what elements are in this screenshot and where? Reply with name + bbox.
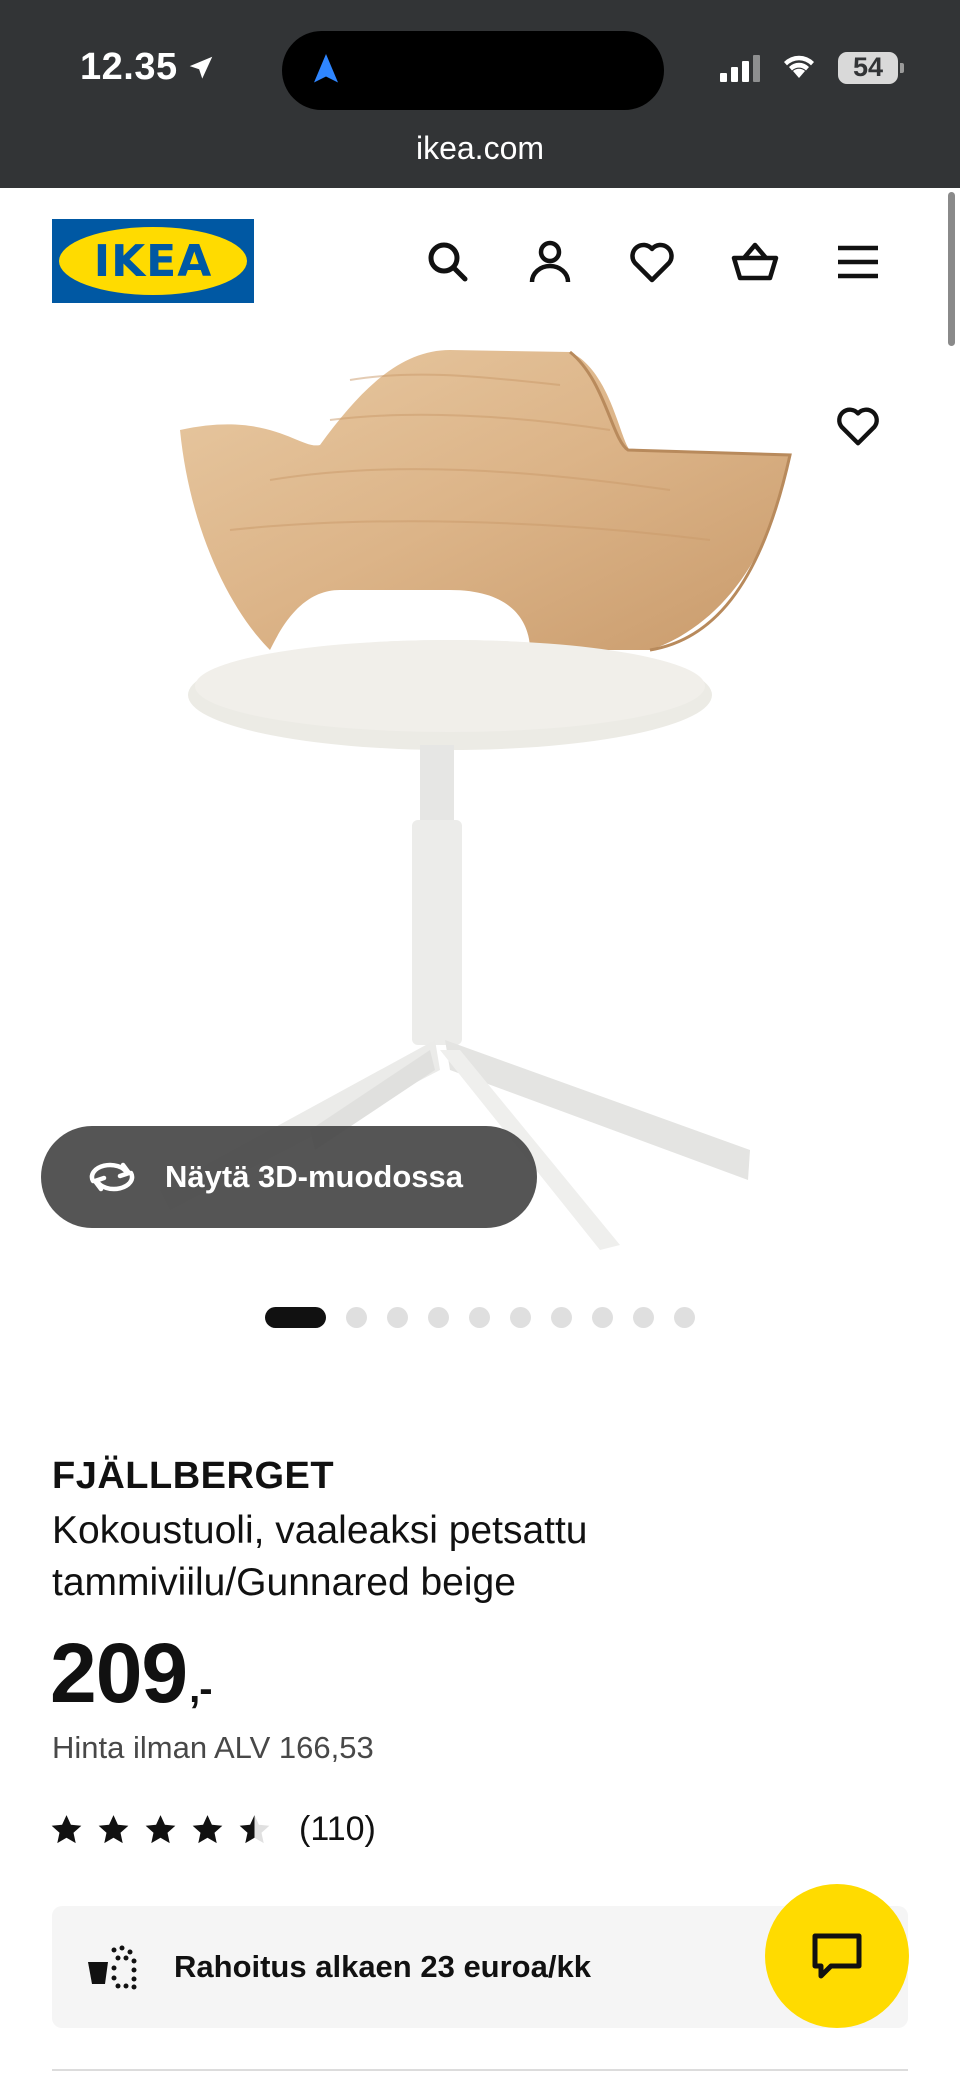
gallery-dot[interactable] (551, 1307, 572, 1328)
price-main: 209 (50, 1626, 188, 1720)
status-time-text: 12.35 (80, 46, 178, 88)
logo-text: IKEA (93, 235, 213, 287)
dynamic-island (282, 31, 664, 110)
gallery-dot[interactable] (633, 1307, 654, 1328)
product-description: Kokoustuoli, vaaleaksi petsattu tammivii… (52, 1509, 588, 1604)
battery-icon: 54 (838, 51, 904, 84)
ikea-logo[interactable]: IKEA (52, 219, 254, 303)
navigation-arrow-icon (314, 54, 338, 83)
rotate-icon (89, 1162, 135, 1192)
url-bar[interactable]: ikea.com (0, 130, 960, 167)
heart-icon (630, 242, 674, 283)
basket-icon (731, 242, 779, 281)
location-arrow-icon (189, 56, 212, 79)
review-count[interactable]: (110) (299, 1810, 376, 1849)
product-price: 209 ,- (50, 1625, 213, 1722)
favourites-button[interactable] (622, 232, 682, 292)
gallery-pagination (0, 1307, 960, 1328)
view-3d-label: Näytä 3D-muodossa (165, 1159, 464, 1194)
status-bar: 12.35 54 ikea.com (0, 0, 960, 188)
search-icon (428, 242, 468, 282)
cart-button[interactable] (725, 232, 785, 292)
chat-icon (812, 1933, 862, 1979)
heart-icon (837, 407, 879, 446)
section-divider (52, 2069, 908, 2071)
view-3d-button[interactable]: Näytä 3D-muodossa (41, 1126, 537, 1228)
star-icon (192, 1815, 223, 1844)
product-name: FJÄLLBERGET (52, 1455, 335, 1497)
gallery-dot[interactable] (510, 1307, 531, 1328)
site-header: IKEA (0, 188, 960, 328)
gallery-dot[interactable] (469, 1307, 490, 1328)
star-icon (145, 1815, 176, 1844)
menu-icon (838, 245, 878, 279)
product-gallery[interactable]: Näytä 3D-muodossa (0, 330, 960, 1270)
product-rating[interactable]: (110) (50, 1810, 376, 1849)
star-icon (51, 1815, 82, 1844)
price-suffix: ,- (189, 1667, 212, 1711)
financing-text: Rahoitus alkaen 23 euroa/kk (174, 1949, 591, 1984)
star-icon (98, 1815, 129, 1844)
user-icon (529, 240, 571, 283)
cellular-signal-icon (720, 54, 760, 82)
account-button[interactable] (520, 232, 580, 292)
menu-button[interactable] (828, 232, 888, 292)
chat-button[interactable] (765, 1884, 909, 2028)
financing-icon (88, 1945, 137, 1990)
gallery-dot[interactable] (674, 1307, 695, 1328)
gallery-dot[interactable] (387, 1307, 408, 1328)
gallery-dot[interactable] (428, 1307, 449, 1328)
rating-stars (50, 1813, 271, 1846)
wifi-icon (780, 50, 818, 85)
price-without-vat: Hinta ilman ALV 166,53 (52, 1730, 374, 1765)
search-button[interactable] (418, 232, 478, 292)
page-scrollbar[interactable] (948, 192, 955, 346)
add-to-favourites-button[interactable] (810, 378, 906, 474)
gallery-dot[interactable] (592, 1307, 613, 1328)
gallery-dot[interactable] (346, 1307, 367, 1328)
battery-level: 54 (852, 52, 884, 82)
system-icons: 54 (720, 50, 904, 85)
star-icon (239, 1815, 270, 1844)
gallery-dot[interactable] (265, 1307, 326, 1328)
status-time: 12.35 (80, 46, 216, 89)
